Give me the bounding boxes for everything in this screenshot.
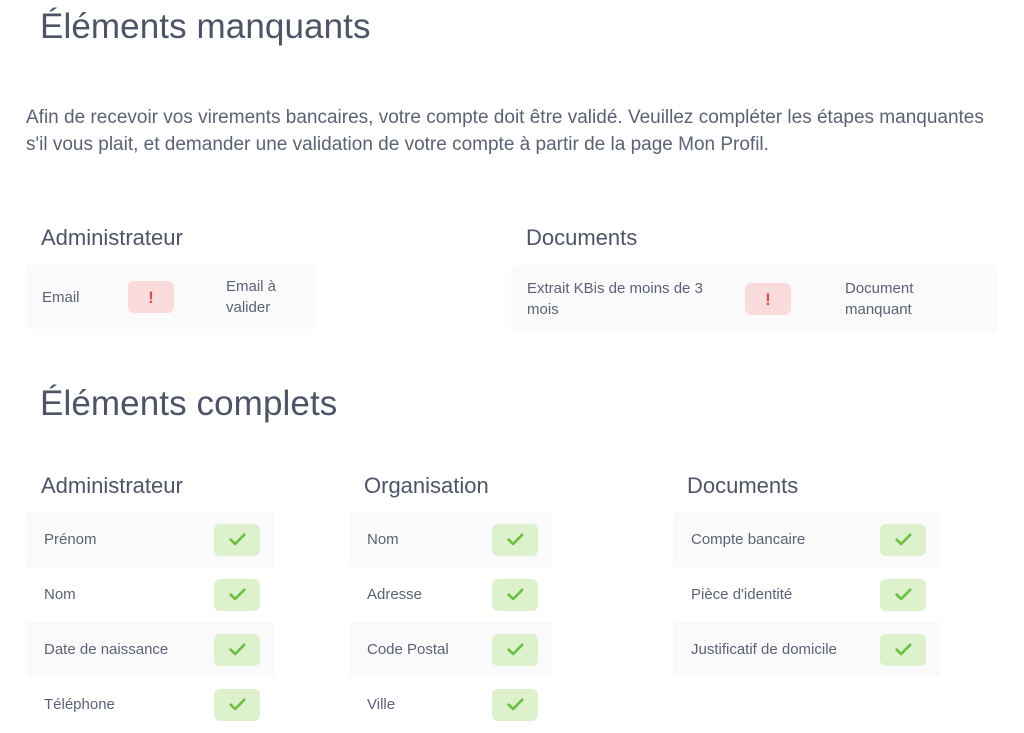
section-heading-complete-administrateur: Administrateur bbox=[41, 473, 183, 498]
section-heading-complete-documents: Documents bbox=[687, 473, 799, 498]
row-status: Email à valider bbox=[226, 278, 277, 316]
row-label: Extrait KBis de moins de 3 mois bbox=[527, 280, 703, 318]
row-label: Prénom bbox=[44, 531, 97, 548]
check-icon bbox=[214, 688, 260, 721]
row-label: Justificatif de domicile bbox=[691, 641, 837, 658]
table-row: Ville bbox=[349, 677, 552, 732]
check-icon bbox=[214, 523, 260, 556]
section-heading-missing-documents: Documents bbox=[526, 225, 638, 250]
check-icon bbox=[880, 578, 926, 611]
table-missing-administrateur: Email ! Email à valider bbox=[26, 265, 316, 329]
table-row: Nom bbox=[26, 567, 274, 622]
table-row: Téléphone bbox=[26, 677, 274, 732]
row-label: Compte bancaire bbox=[691, 531, 806, 548]
page-title-missing: Éléments manquants bbox=[40, 7, 371, 46]
check-icon bbox=[880, 523, 926, 556]
row-label: Email bbox=[42, 288, 80, 306]
page-title-complete: Éléments complets bbox=[40, 384, 338, 423]
table-row: Justificatif de domicile bbox=[673, 622, 940, 677]
check-icon bbox=[492, 523, 538, 556]
table-row: Prénom bbox=[26, 512, 274, 567]
row-label: Date de naissance bbox=[44, 641, 169, 658]
table-complete-documents: Compte bancaire Pièce d'identité Justifi… bbox=[673, 512, 940, 677]
page-root: Éléments manquants Afin de recevoir vos … bbox=[0, 0, 1024, 733]
row-label: Nom bbox=[44, 586, 76, 603]
row-label: Adresse bbox=[367, 586, 423, 603]
table-row: Code Postal bbox=[349, 622, 552, 677]
check-icon bbox=[880, 633, 926, 666]
section-heading-missing-administrateur: Administrateur bbox=[41, 225, 183, 250]
table-row: Date de naissance bbox=[26, 622, 274, 677]
row-label: Code Postal bbox=[367, 641, 449, 658]
check-icon bbox=[214, 633, 260, 666]
check-icon bbox=[492, 633, 538, 666]
table-row: Compte bancaire bbox=[673, 512, 940, 567]
row-label: Pièce d'identité bbox=[691, 586, 793, 603]
table-complete-organisation: Nom Adresse Code Postal Ville bbox=[349, 512, 552, 732]
table-row: Adresse bbox=[349, 567, 552, 622]
section-heading-complete-organisation: Organisation bbox=[364, 473, 489, 498]
check-icon bbox=[492, 688, 538, 721]
table-complete-administrateur: Prénom Nom Date de naissance Téléphone bbox=[26, 512, 274, 732]
intro-paragraph: Afin de recevoir vos virements bancaires… bbox=[26, 107, 984, 155]
exclamation-icon: ! bbox=[128, 281, 174, 313]
row-label: Ville bbox=[367, 696, 396, 713]
check-icon bbox=[214, 578, 260, 611]
table-row: Nom bbox=[349, 512, 552, 567]
row-label: Nom bbox=[367, 531, 399, 548]
row-status: Document manquant bbox=[845, 280, 914, 318]
table-missing-documents: Extrait KBis de moins de 3 mois ! Docume… bbox=[511, 265, 997, 333]
exclamation-icon: ! bbox=[745, 283, 791, 315]
row-label: Téléphone bbox=[44, 696, 115, 713]
table-row: Pièce d'identité bbox=[673, 567, 940, 622]
check-icon bbox=[492, 578, 538, 611]
table-row: Email ! Email à valider bbox=[26, 265, 316, 329]
table-row: Extrait KBis de moins de 3 mois ! Docume… bbox=[511, 265, 997, 333]
